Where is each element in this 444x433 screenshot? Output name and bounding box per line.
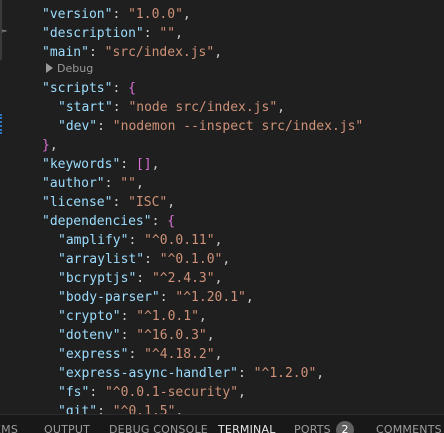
code-line-dependency: "crypto": "^1.0.1", — [58, 309, 207, 324]
ports-count-badge: 2 — [336, 421, 354, 433]
json-key: "dependencies" — [42, 214, 152, 229]
code-line-main: "main": "src/index.js", — [42, 45, 223, 60]
gutter-indicator — [0, 0, 2, 60]
json-key: "crypto" — [58, 309, 121, 324]
json-value: "^0.1.5" — [112, 404, 176, 414]
json-key: "express" — [58, 347, 129, 362]
code-line-dev: "dev": "nodemon --inspect src/index.js" — [58, 119, 364, 134]
json-value: "^0.0.11" — [144, 233, 215, 248]
code-line-dependency: "amplify": "^0.0.11", — [58, 233, 223, 248]
code-line-dependencies: "dependencies": { — [42, 214, 176, 229]
json-value: "node src/index.js" — [128, 100, 278, 115]
code-line-author: "author": "", — [42, 176, 144, 191]
json-key: "license" — [42, 195, 113, 210]
bottom-panel-tabs: EMS OUTPUT DEBUG CONSOLE TERMINAL PORTS … — [0, 414, 444, 433]
code-line-version: "version": "1.0.0", — [42, 7, 191, 22]
json-key: "bcryptjs" — [58, 271, 137, 286]
code-line-start: "start": "node src/index.js", — [58, 100, 285, 115]
json-value: "^1.2.0" — [253, 366, 317, 381]
json-value: "1.0.0" — [128, 7, 183, 22]
json-key: "arraylist" — [58, 252, 145, 267]
code-line-keywords: "keywords": [], — [42, 157, 160, 172]
json-value: "ISC" — [128, 195, 168, 210]
json-key: "start" — [58, 100, 113, 115]
code-line-dependency: "bcryptjs": "^2.4.3", — [58, 271, 223, 286]
json-key: "keywords" — [42, 157, 121, 172]
debug-codelens[interactable]: Debug — [46, 61, 93, 77]
code-line-scripts: "scripts": { — [42, 81, 136, 96]
json-key: "author" — [42, 176, 105, 191]
code-line-dependency: "body-parser": "^1.20.1", — [58, 290, 254, 305]
json-key: "body-parser" — [58, 290, 160, 305]
json-key: "fs" — [58, 385, 90, 400]
json-key: "express-async-handler" — [58, 366, 239, 381]
code-line-license: "license": "ISC", — [42, 195, 176, 210]
debug-codelens-label: Debug — [57, 62, 94, 75]
code-line-dependency: "arraylist": "^0.1.0", — [58, 252, 231, 267]
json-key: "scripts" — [42, 81, 113, 96]
json-key: "amplify" — [58, 233, 129, 248]
json-key: "main" — [42, 45, 89, 60]
code-line-scripts-close: }, — [42, 138, 58, 153]
json-key: "dev" — [58, 119, 98, 134]
json-value: "" — [159, 26, 176, 41]
json-value: "^2.4.3" — [151, 271, 215, 286]
json-key: "dotenv" — [58, 328, 121, 343]
code-editor[interactable]: ← "version": "1.0.0", "description": "",… — [0, 0, 444, 414]
json-value: "^4.18.2" — [144, 347, 215, 362]
code-line-dependency: "fs": "^0.0.1-security", — [58, 385, 246, 400]
json-key: "git" — [58, 404, 98, 414]
json-key: "version" — [42, 7, 113, 22]
gutter-modified-indicator — [0, 114, 4, 134]
json-value: "^0.0.1-security" — [104, 385, 239, 400]
json-value: "^1.20.1" — [175, 290, 246, 305]
json-value: "^1.0.1" — [136, 309, 199, 324]
json-value: "^0.1.0" — [159, 252, 223, 267]
json-value: "nodemon --inspect src/index.js" — [112, 119, 364, 134]
json-value: "" — [120, 176, 136, 191]
code-line-description: "description": "", — [42, 26, 183, 41]
json-value: "^16.0.3" — [136, 328, 207, 343]
code-line-dependency: "express-async-handler": "^1.2.0", — [58, 366, 325, 381]
json-key: "description" — [42, 26, 144, 41]
json-value: "src/index.js" — [104, 45, 215, 60]
code-line-dependency: "dotenv": "^16.0.3", — [58, 328, 215, 343]
play-icon — [46, 63, 53, 73]
code-line-dependency: "git": "^0.1.5", — [58, 402, 183, 414]
code-line-dependency: "express": "^4.18.2", — [58, 347, 223, 362]
